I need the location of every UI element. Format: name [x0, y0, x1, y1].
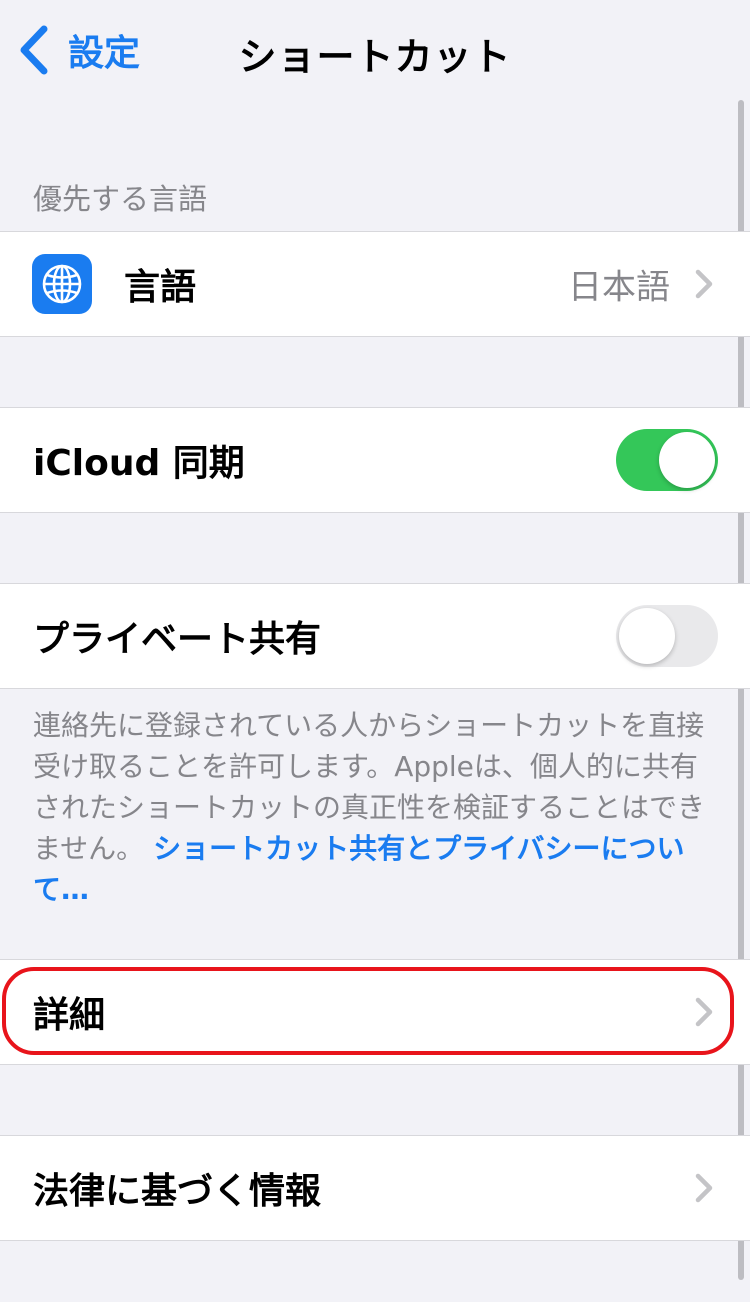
advanced-label: 詳細 — [33, 995, 106, 1036]
icloud-sync-row: iCloud 同期 — [0, 408, 750, 512]
chevron-right-icon — [695, 1173, 713, 1203]
icloud-sync-group: iCloud 同期 — [0, 407, 750, 513]
toggle-knob — [619, 608, 675, 664]
navigation-bar: 設定 ショートカット — [0, 0, 750, 100]
private-sharing-toggle[interactable] — [616, 605, 718, 667]
legal-group: 法律に基づく情報 — [0, 1135, 750, 1241]
advanced-group: 詳細 — [0, 959, 750, 1065]
page-title: ショートカット — [238, 35, 512, 79]
toggle-knob — [659, 432, 715, 488]
legal-row[interactable]: 法律に基づく情報 — [0, 1136, 750, 1240]
legal-label: 法律に基づく情報 — [33, 1171, 322, 1212]
private-sharing-group: プライベート共有 — [0, 583, 750, 689]
globe-icon — [32, 254, 92, 314]
language-value: 日本語 — [568, 267, 670, 308]
private-sharing-row: プライベート共有 — [0, 584, 750, 688]
chevron-right-icon — [695, 269, 713, 299]
icloud-sync-toggle[interactable] — [616, 429, 718, 491]
advanced-row[interactable]: 詳細 — [0, 960, 750, 1064]
icloud-sync-label: iCloud 同期 — [33, 443, 245, 484]
language-group: 言語 日本語 — [0, 231, 750, 337]
language-row[interactable]: 言語 日本語 — [0, 232, 750, 336]
private-sharing-label: プライベート共有 — [33, 619, 322, 660]
language-label: 言語 — [124, 267, 197, 308]
private-sharing-footnote: 連絡先に登録されている人からショートカットを直接受け取ることを許可します。App… — [33, 705, 723, 910]
section-header-preferred-language: 優先する言語 — [33, 182, 208, 216]
chevron-right-icon — [695, 997, 713, 1027]
